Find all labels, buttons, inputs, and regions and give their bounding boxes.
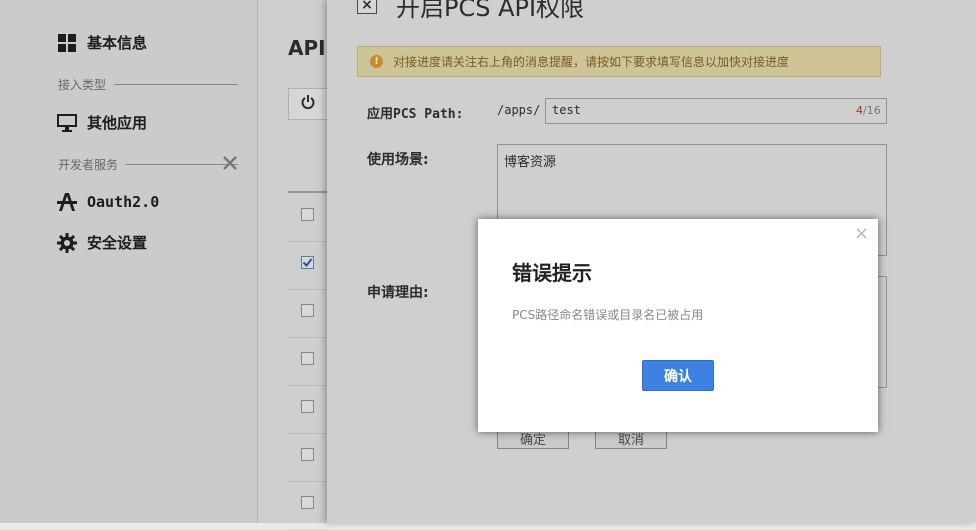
ok-button[interactable]: 确认 bbox=[642, 360, 714, 391]
dialog-message: PCS路径命名错误或目录名已被占用 bbox=[512, 308, 704, 322]
dialog-title: 错误提示 bbox=[512, 261, 592, 285]
close-icon[interactable]: × bbox=[854, 225, 869, 243]
error-dialog: × 错误提示 PCS路径命名错误或目录名已被占用 确认 bbox=[478, 219, 878, 432]
